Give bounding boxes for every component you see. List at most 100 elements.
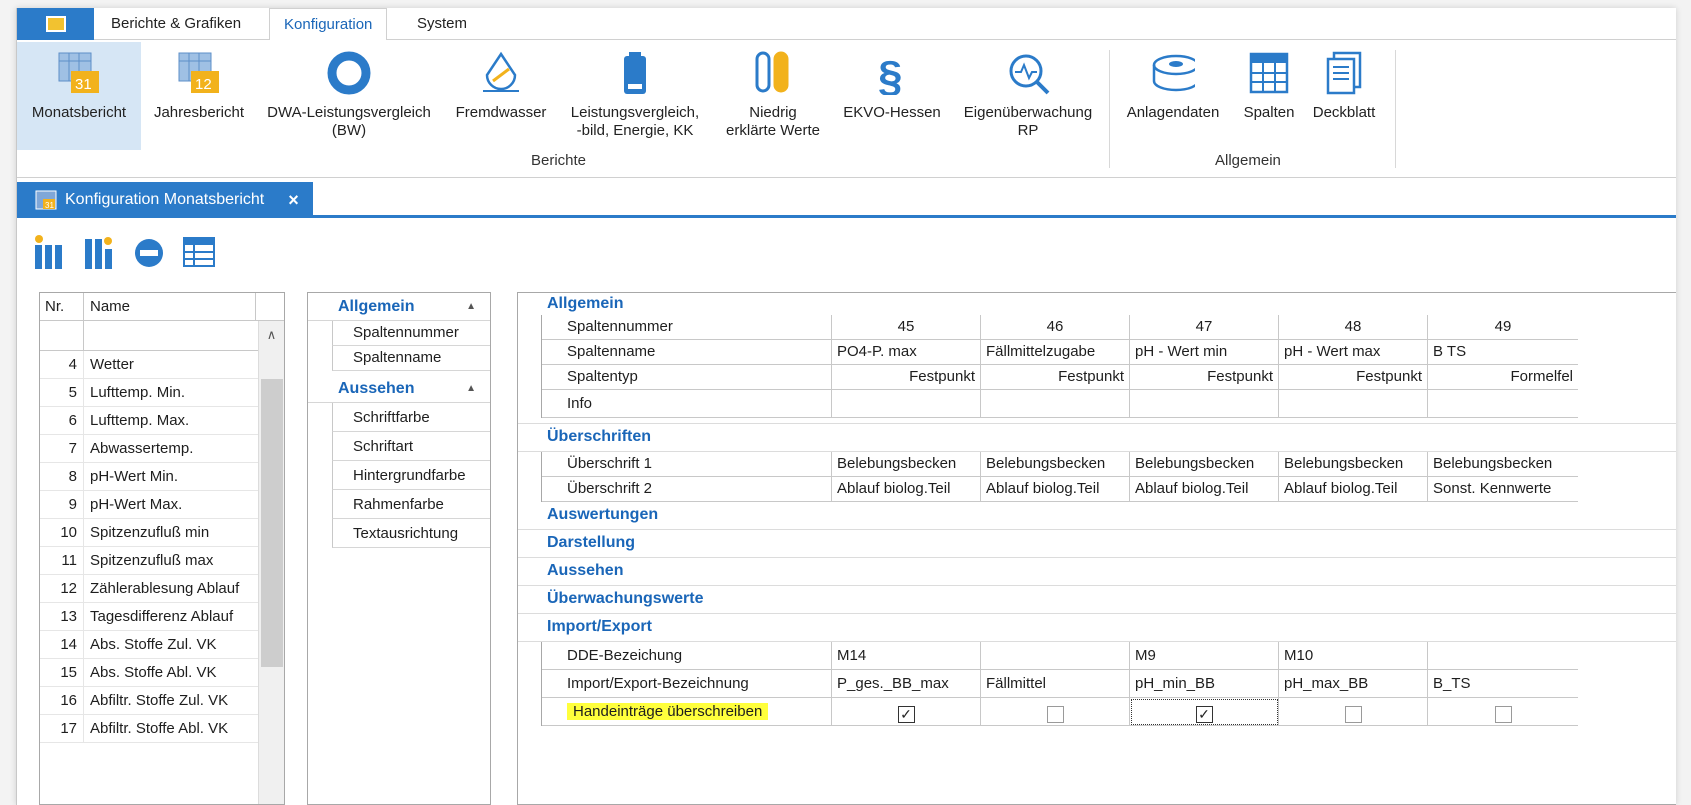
grid-cell[interactable]: pH_min_BB [1130,670,1279,698]
header-name[interactable]: Name [84,293,256,320]
list-item[interactable]: 6 Lufttemp. Max. [40,407,284,435]
list-item[interactable]: 17 Abfiltr. Stoffe Abl. VK [40,715,284,743]
scroll-thumb[interactable] [261,379,283,667]
list-filter-row[interactable] [40,321,284,351]
grid-cell[interactable] [1130,390,1279,418]
grid-cell[interactable]: Ablauf biolog.Teil [1279,477,1428,502]
close-icon[interactable]: × [288,190,299,211]
grid-cell[interactable]: ✓ [832,698,981,726]
grid-cell[interactable]: M9 [1130,642,1279,670]
category-item-spaltennummer[interactable]: Spaltennummer [332,321,490,346]
grid-cell[interactable]: Ablauf biolog.Teil [1130,477,1279,502]
ribbon-niedrig-button[interactable]: Niedrig erklärte Werte [717,42,829,150]
grid-cell[interactable]: Festpunkt [981,365,1130,390]
checkbox[interactable] [1046,705,1064,723]
insert-column-button[interactable] [81,234,117,270]
list-scrollbar[interactable]: ∧ [258,321,284,804]
list-item[interactable]: 4 Wetter [40,351,284,379]
list-item[interactable]: 16 Abfiltr. Stoffe Zul. VK [40,687,284,715]
ribbon-eigenüberwachung-button[interactable]: Eigenüberwachung RP [955,42,1101,150]
collapse-icon[interactable]: ▲ [466,383,476,394]
section-auswertungen[interactable]: Auswertungen [518,502,1676,530]
checkbox[interactable] [1494,705,1512,723]
category-item-textausrichtung[interactable]: Textausrichtung [332,519,490,548]
category-aussehen[interactable]: Aussehen ▲ [308,375,490,403]
category-item-rahmenfarbe[interactable]: Rahmenfarbe [332,490,490,519]
ribbon-anlagendaten-button[interactable]: Anlagendaten [1117,42,1229,150]
grid-cell[interactable]: M14 [832,642,981,670]
grid-cell[interactable]: Festpunkt [832,365,981,390]
grid-cell[interactable]: Belebungsbecken [1130,452,1279,477]
category-item-hintergrundfarbe[interactable]: Hintergrundfarbe [332,461,490,490]
ribbon-fremdwasser-button[interactable]: Fremdwasser [447,42,555,150]
collapse-icon[interactable]: ▲ [466,301,476,312]
grid-cell[interactable]: Fällmittel [981,670,1130,698]
scroll-up-icon[interactable]: ∧ [259,321,284,349]
category-item-schriftart[interactable]: Schriftart [332,432,490,461]
table-view-button[interactable] [181,234,217,270]
grid-cell[interactable]: Belebungsbecken [1279,452,1428,477]
list-item[interactable]: 11 Spitzenzufluß max [40,547,284,575]
grid-cell[interactable]: Festpunkt [1130,365,1279,390]
list-item[interactable]: 9 pH-Wert Max. [40,491,284,519]
ribbon-monatsbericht-button[interactable]: 31 Monatsbericht [17,42,141,150]
grid-cell[interactable]: 48 [1279,315,1428,340]
add-column-button[interactable] [31,234,67,270]
grid-cell[interactable]: 49 [1428,315,1578,340]
section-ueberwachung[interactable]: Überwachungswerte [518,586,1676,614]
checkbox[interactable]: ✓ [1195,705,1213,723]
section-import[interactable]: Import/Export [518,614,1676,642]
list-item[interactable]: 5 Lufttemp. Min. [40,379,284,407]
header-nr[interactable]: Nr. [40,293,84,320]
grid-cell[interactable]: ✓ [1130,698,1279,726]
ribbon-leistungsvergleich-button[interactable]: Leistungsvergleich, -bild, Energie, KK [561,42,709,150]
grid-cell[interactable]: Festpunkt [1279,365,1428,390]
ribbon-dwa-leistungsvergleich-button[interactable]: DWA-Leistungsvergleich (BW) [259,42,439,150]
ribbon-deckblatt-button[interactable]: Deckblatt [1307,42,1381,150]
tab-konfiguration-monatsbericht[interactable]: 31 Konfiguration Monatsbericht × [17,182,313,218]
ribbon-jahresbericht-button[interactable]: 12 Jahresbericht [145,42,253,150]
grid-cell[interactable]: Ablauf biolog.Teil [981,477,1130,502]
checkbox[interactable] [1344,705,1362,723]
section-darstellung[interactable]: Darstellung [518,530,1676,558]
grid-cell[interactable]: Belebungsbecken [832,452,981,477]
grid-cell[interactable] [1279,390,1428,418]
list-item[interactable]: 8 pH-Wert Min. [40,463,284,491]
app-menu-button[interactable] [17,8,94,40]
checkbox[interactable]: ✓ [897,705,915,723]
section-allgemein[interactable]: Allgemein [518,293,1676,315]
grid-cell[interactable]: pH_max_BB [1279,670,1428,698]
section-aussehen[interactable]: Aussehen [518,558,1676,586]
grid-cell[interactable]: Fällmittelzugabe [981,340,1130,365]
grid-cell[interactable] [1279,698,1428,726]
grid-cell[interactable]: Sonst. Kennwerte [1428,477,1578,502]
list-item[interactable]: 14 Abs. Stoffe Zul. VK [40,631,284,659]
grid-cell[interactable] [1428,698,1578,726]
grid-cell[interactable]: Belebungsbecken [981,452,1130,477]
list-item[interactable]: 13 Tagesdifferenz Ablauf [40,603,284,631]
grid-cell[interactable]: 47 [1130,315,1279,340]
grid-cell[interactable]: B TS [1428,340,1578,365]
grid-cell[interactable]: 45 [832,315,981,340]
grid-cell[interactable] [1428,390,1578,418]
ribbon-ekvo-hessen-button[interactable]: § EKVO-Hessen [835,42,949,150]
grid-cell[interactable]: Ablauf biolog.Teil [832,477,981,502]
ribbon-spalten-button[interactable]: Spalten [1235,42,1303,150]
grid-cell[interactable]: P_ges._BB_max [832,670,981,698]
list-item[interactable]: 15 Abs. Stoffe Abl. VK [40,659,284,687]
grid-cell[interactable]: Belebungsbecken [1428,452,1578,477]
tab-konfiguration[interactable]: Konfiguration [269,8,388,41]
grid-cell[interactable] [832,390,981,418]
list-item[interactable]: 7 Abwassertemp. [40,435,284,463]
category-item-schriftfarbe[interactable]: Schriftfarbe [332,403,490,432]
category-item-spaltenname[interactable]: Spaltenname [332,346,490,371]
grid-cell[interactable]: pH - Wert min [1130,340,1279,365]
grid-cell[interactable]: B_TS [1428,670,1578,698]
grid-cell[interactable]: Formelfel [1428,365,1578,390]
list-item[interactable]: 12 Zählerablesung Ablauf [40,575,284,603]
grid-cell[interactable]: pH - Wert max [1279,340,1428,365]
remove-column-button[interactable] [131,234,167,270]
tab-system[interactable]: System [403,8,481,40]
list-item[interactable]: 10 Spitzenzufluß min [40,519,284,547]
grid-cell[interactable]: PO4-P. max [832,340,981,365]
